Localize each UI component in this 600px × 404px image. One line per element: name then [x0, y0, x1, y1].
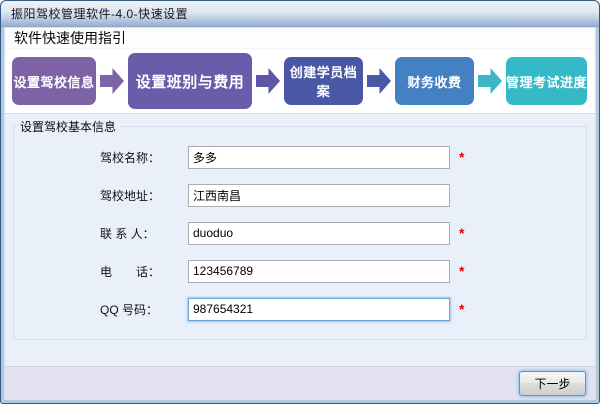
- guide-title: 软件快速使用指引: [14, 30, 126, 46]
- step-box-finance-charges: 财务收费: [395, 57, 474, 105]
- window-title: 振阳驾校管理软件-4.0-快速设置: [11, 7, 189, 21]
- arrow-right-icon: [478, 68, 502, 94]
- school-name-input[interactable]: [188, 145, 450, 169]
- next-step-button[interactable]: 下一步: [519, 370, 586, 396]
- form-row-school-address: 驾校地址：: [100, 183, 586, 207]
- school-info-groupbox: 设置驾校基本信息 驾校名称： * 驾校地址： 联 系 人： *: [13, 118, 587, 340]
- school-name-label: 驾校名称：: [100, 150, 161, 165]
- form-row-contact-person: 联 系 人： *: [100, 221, 586, 245]
- phone-input[interactable]: [188, 259, 450, 283]
- step-box-create-student-files: 创建学员档案: [284, 57, 363, 105]
- qq-number-input[interactable]: [188, 297, 450, 321]
- client-area: 软件快速使用指引 设置驾校信息 设置班别与费用 创建学员档案 财务收费 管理考试…: [4, 27, 596, 400]
- form-row-phone: 电 话： *: [100, 259, 586, 283]
- step-box-setup-school-info: 设置驾校信息: [12, 57, 96, 105]
- footer-button-bar: 下一步: [5, 366, 595, 399]
- wizard-step-flow: 设置驾校信息 设置班别与费用 创建学员档案 财务收费 管理考试进度: [5, 49, 595, 113]
- required-asterisk: *: [459, 263, 465, 279]
- form-panel: 设置驾校基本信息 驾校名称： * 驾校地址： 联 系 人： *: [5, 113, 595, 399]
- contact-person-label: 联 系 人：: [100, 226, 155, 241]
- contact-person-input[interactable]: [188, 221, 450, 245]
- form-row-qq-number: QQ 号码： *: [100, 297, 586, 321]
- section-title: 设置驾校基本信息: [20, 120, 117, 134]
- qq-number-label: QQ 号码：: [100, 302, 159, 317]
- required-asterisk: *: [459, 149, 465, 165]
- arrow-right-icon: [256, 68, 280, 94]
- school-address-label: 驾校地址：: [100, 188, 161, 203]
- school-address-input[interactable]: [188, 183, 450, 207]
- arrow-right-icon: [367, 68, 391, 94]
- guide-header: 软件快速使用指引: [5, 28, 595, 49]
- form-row-school-name: 驾校名称： *: [100, 145, 586, 169]
- required-asterisk: *: [459, 225, 465, 241]
- step-box-setup-classes-fees: 设置班别与费用: [128, 53, 252, 109]
- title-bar: 振阳驾校管理软件-4.0-快速设置: [1, 1, 599, 27]
- phone-label: 电 话：: [100, 264, 161, 279]
- arrow-right-icon: [100, 68, 124, 94]
- app-window: 振阳驾校管理软件-4.0-快速设置 软件快速使用指引 设置驾校信息 设置班别与费…: [0, 0, 600, 404]
- required-asterisk: *: [459, 301, 465, 317]
- step-box-manage-exam-progress: 管理考试进度: [506, 57, 587, 105]
